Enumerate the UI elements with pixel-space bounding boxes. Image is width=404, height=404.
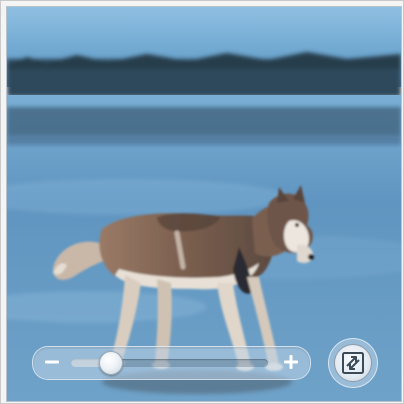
plus-icon <box>284 355 298 369</box>
fullscreen-button-face <box>334 344 372 382</box>
zoom-slider-track[interactable] <box>71 351 268 375</box>
zoom-in-button[interactable] <box>280 351 302 373</box>
expand-arrows-icon <box>342 352 364 374</box>
image-viewer <box>0 0 404 404</box>
zoom-control <box>32 346 311 380</box>
zoom-slider-thumb[interactable] <box>99 351 124 375</box>
fullscreen-button[interactable] <box>328 338 378 388</box>
zoom-out-button[interactable] <box>41 351 63 373</box>
minus-icon <box>45 360 59 364</box>
